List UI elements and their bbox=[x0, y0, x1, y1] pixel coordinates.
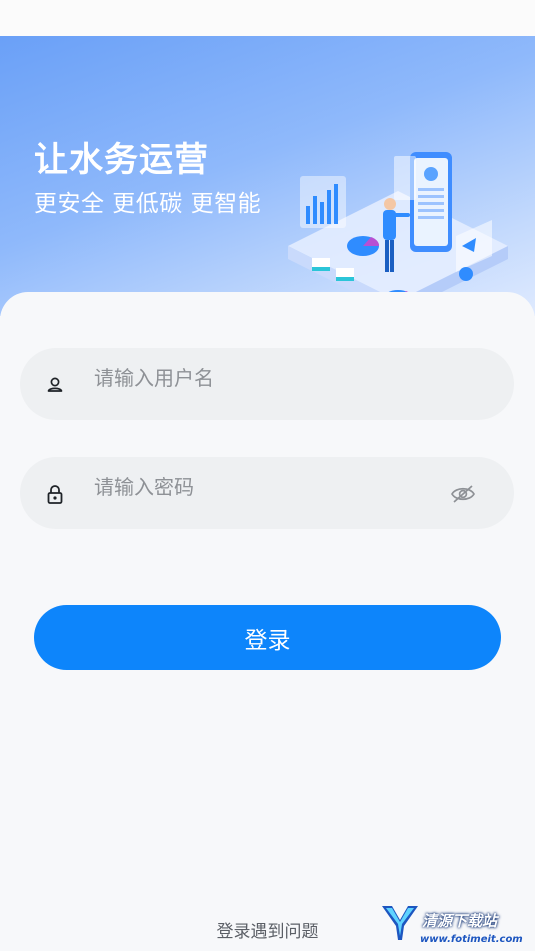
hero-subtitle: 更安全 更低碳 更智能 bbox=[34, 191, 262, 217]
username-input[interactable] bbox=[92, 360, 456, 396]
username-field[interactable] bbox=[20, 348, 514, 420]
eye-hidden-icon[interactable] bbox=[450, 483, 476, 505]
hero-title: 让水务运营 bbox=[34, 140, 209, 180]
watermark-y-logo bbox=[382, 906, 418, 940]
watermark-logo: 清源下载站 www.fotimeit.com bbox=[380, 902, 530, 948]
hero-banner: 让水务运营 更安全 更低碳 更智能 bbox=[0, 36, 535, 316]
watermark-text: 清源下载站 bbox=[422, 912, 498, 930]
dashboard-illustration bbox=[288, 152, 508, 314]
login-button[interactable]: 登录 bbox=[34, 605, 501, 670]
password-field[interactable] bbox=[20, 457, 514, 529]
watermark-url: www.fotimeit.com bbox=[420, 934, 523, 945]
status-bar bbox=[0, 0, 535, 36]
lock-icon bbox=[47, 485, 63, 504]
password-input[interactable] bbox=[92, 469, 456, 505]
user-icon bbox=[47, 377, 63, 392]
